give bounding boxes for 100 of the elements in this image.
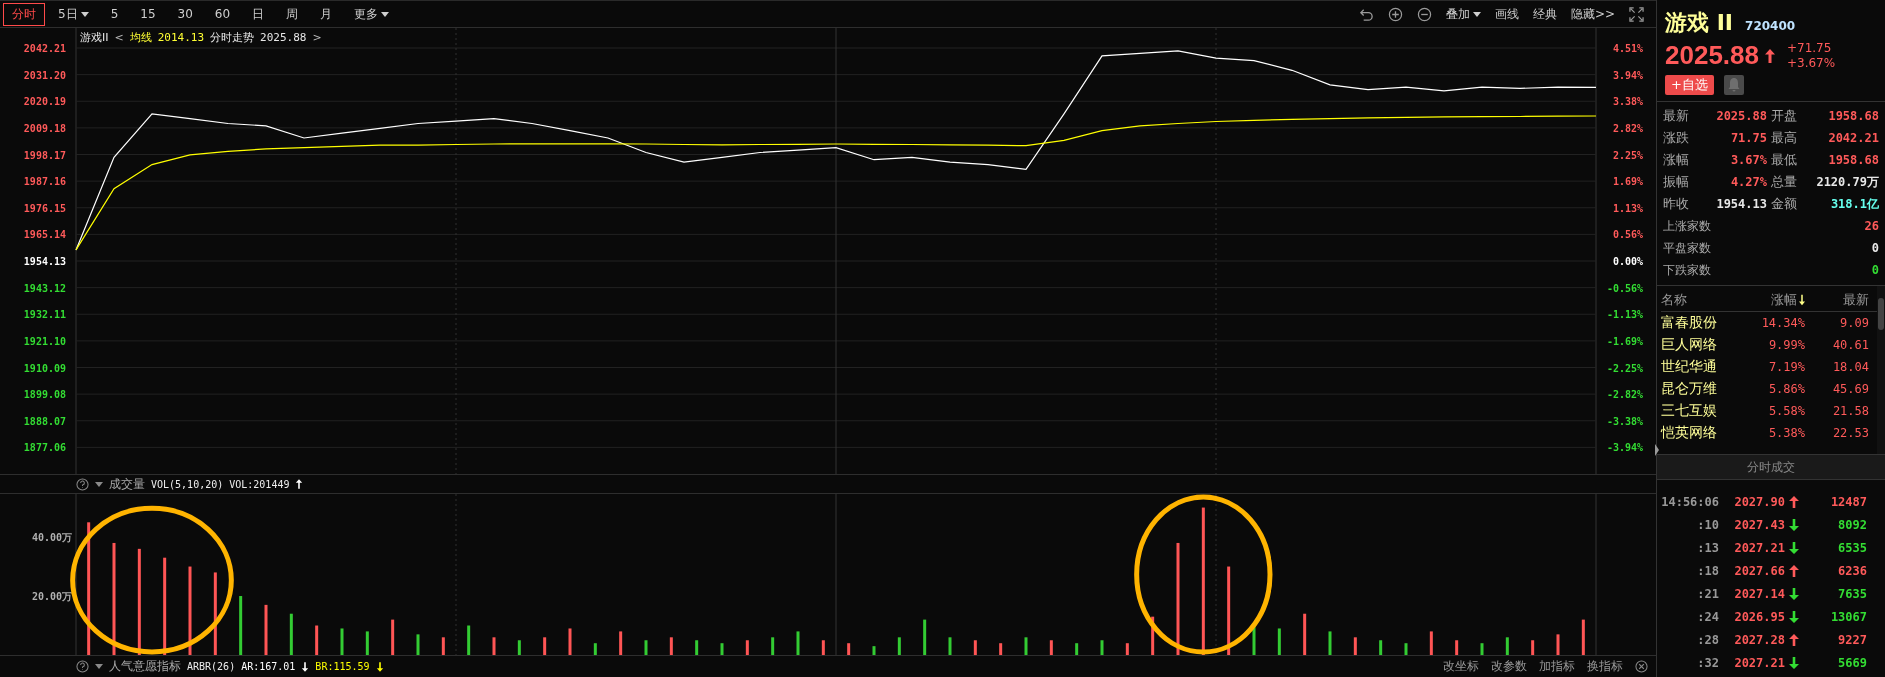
axis-label: 1932.11 bbox=[23, 309, 66, 321]
trade-volume: 6236 bbox=[1837, 563, 1867, 578]
price-change-percent: +3.67% bbox=[1787, 55, 1836, 71]
axis-label: 1976.15 bbox=[23, 202, 66, 214]
table-cell-text: 7.19% bbox=[1767, 360, 1805, 374]
axis-label: 1954.13 bbox=[23, 256, 66, 267]
stat-label: 最新 bbox=[1663, 107, 1690, 125]
trade-volume: 12487 bbox=[1829, 494, 1867, 509]
trade-time: :32 bbox=[1696, 655, 1719, 670]
trade-time: :24 bbox=[1696, 609, 1719, 624]
axis-label: -1.13% bbox=[1606, 309, 1643, 321]
axis-label: 2042.21 bbox=[23, 43, 66, 54]
axis-label: 4.51% bbox=[1612, 43, 1643, 54]
trade-volume: 9227 bbox=[1837, 632, 1867, 647]
stat-label: 振幅 bbox=[1663, 173, 1690, 191]
axis-label: -3.38% bbox=[1606, 415, 1643, 427]
stat-value: 1958.68 bbox=[1827, 153, 1879, 167]
stat-label: 上涨家数 bbox=[1663, 217, 1711, 235]
trade-volume: 5669 bbox=[1837, 655, 1867, 670]
stat-label: 昨收 bbox=[1663, 195, 1690, 213]
axis-label: 2009.18 bbox=[23, 122, 66, 134]
trade-price: 2027.21 bbox=[1733, 655, 1785, 670]
stat-label: 下跌家数 bbox=[1663, 261, 1711, 279]
table-cell-text: 9.09 bbox=[1839, 316, 1870, 330]
table-cell-text: 40.61 bbox=[1831, 338, 1870, 352]
axis-label: 1921.10 bbox=[23, 335, 66, 347]
table-cell-text: 21.58 bbox=[1831, 404, 1870, 418]
trade-time: :13 bbox=[1696, 540, 1719, 555]
axis-label: -2.25% bbox=[1606, 362, 1643, 374]
axis-label: 3.94% bbox=[1612, 69, 1643, 81]
trade-price: 2027.28 bbox=[1733, 632, 1785, 647]
axis-label: 1877.06 bbox=[23, 442, 66, 454]
trade-time: :10 bbox=[1696, 517, 1719, 532]
chart-title: 游戏II bbox=[80, 30, 109, 45]
axis-label: 40.00万 bbox=[31, 532, 72, 544]
stat-label: 涨幅 bbox=[1663, 151, 1690, 169]
axis-label: 1888.07 bbox=[23, 415, 66, 427]
trade-volume: 8092 bbox=[1837, 517, 1867, 532]
trade-price: 2027.43 bbox=[1733, 517, 1785, 532]
axis-label: 1.13% bbox=[1612, 202, 1643, 214]
axis-label: 2.25% bbox=[1612, 149, 1643, 161]
price-change: +71.75 bbox=[1787, 40, 1833, 56]
stat-value: 318.1亿 bbox=[1829, 195, 1879, 213]
axis-label: -3.94% bbox=[1606, 442, 1643, 454]
stat-value: 3.67% bbox=[1729, 153, 1767, 167]
stat-value: 2042.21 bbox=[1827, 131, 1879, 145]
trend-label: 分时走势 bbox=[210, 30, 255, 45]
stat-value: 2120.79万 bbox=[1815, 173, 1879, 191]
section-header: 分时成交 bbox=[1657, 455, 1885, 480]
average-value: 2014.13 bbox=[157, 31, 205, 44]
axis-label: 1899.08 bbox=[23, 389, 66, 401]
axis-label: 2020.19 bbox=[23, 96, 66, 108]
stat-value: 1958.68 bbox=[1827, 109, 1879, 123]
axis-label: 1.69% bbox=[1612, 176, 1643, 188]
trade-time: :28 bbox=[1696, 632, 1719, 647]
axis-label: 3.38% bbox=[1612, 96, 1643, 108]
axis-label: 1965.14 bbox=[23, 229, 66, 241]
stat-label: 平盘家数 bbox=[1663, 239, 1711, 257]
table-cell-text: 22.53 bbox=[1831, 426, 1870, 440]
indicator-params: VOL(5,10,20) bbox=[151, 478, 224, 490]
index-name: 游戏 II bbox=[1665, 9, 1734, 37]
stat-value: 4.27% bbox=[1729, 175, 1767, 189]
table-cell-text: 14.34% bbox=[1760, 316, 1805, 330]
table-cell-text: 5.86% bbox=[1767, 382, 1805, 396]
stat-value: 1954.13 bbox=[1715, 197, 1767, 211]
indicator-reading: AR:167.01 bbox=[241, 661, 296, 672]
table-cell-text: 45.69 bbox=[1831, 382, 1870, 396]
indicator-title: 人气意愿指标 bbox=[109, 658, 181, 675]
stat-label: 最低 bbox=[1771, 151, 1798, 169]
trade-price: 2026.95 bbox=[1733, 609, 1785, 624]
stat-label: 最高 bbox=[1771, 129, 1798, 147]
trade-time: 14:56:06 bbox=[1660, 494, 1719, 509]
axis-label: 1943.12 bbox=[23, 282, 66, 294]
trade-price: 2027.66 bbox=[1733, 563, 1785, 578]
stat-value: 26 bbox=[1864, 219, 1879, 233]
indicator-title: 成交量 bbox=[109, 475, 145, 493]
table-cell-text: 9.99% bbox=[1767, 338, 1805, 352]
indicator-reading: VOL:201449 bbox=[229, 478, 290, 490]
trend-value: 2025.88 bbox=[260, 31, 307, 44]
table-cell-text: 18.04 bbox=[1831, 360, 1870, 374]
axis-label: 1998.17 bbox=[23, 149, 66, 161]
axis-label: -0.56% bbox=[1606, 282, 1643, 294]
stat-value: 2025.88 bbox=[1715, 109, 1767, 123]
axis-label: 1910.09 bbox=[23, 362, 66, 374]
stat-label: 总量 bbox=[1771, 173, 1798, 191]
indicator-params: ARBR(26) bbox=[187, 661, 236, 672]
trade-time: :18 bbox=[1696, 563, 1719, 578]
stat-value: 0 bbox=[1871, 241, 1879, 255]
axis-label: 20.00万 bbox=[31, 591, 72, 603]
trade-price: 2027.90 bbox=[1733, 494, 1785, 509]
trade-time: :21 bbox=[1696, 586, 1719, 601]
current-price: 2025.88 bbox=[1665, 40, 1759, 71]
table-cell-text: 5.58% bbox=[1767, 404, 1805, 418]
stat-label: 涨跌 bbox=[1663, 129, 1690, 147]
table-cell-text: 5.38% bbox=[1767, 426, 1805, 440]
axis-label: 0.00% bbox=[1612, 256, 1643, 267]
trade-volume: 13067 bbox=[1829, 609, 1867, 624]
stat-value: 71.75 bbox=[1729, 131, 1767, 145]
axis-label: -2.82% bbox=[1606, 389, 1643, 401]
trade-volume: 6535 bbox=[1837, 540, 1867, 555]
